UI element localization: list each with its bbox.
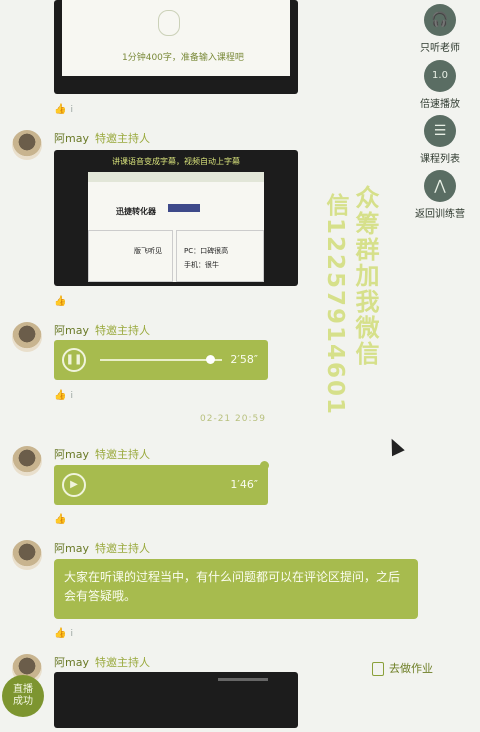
headphones-icon: 🎧 [424,4,456,36]
thumbs-up-icon: 👍 [54,628,67,639]
list-icon: ☰ [424,115,456,147]
post-author: 阿may 特邀主持人 [54,542,150,555]
message-timestamp: 02-21 20:59 [200,414,266,424]
course-list-button[interactable]: ☰ 课程列表 [400,115,480,165]
do-homework-button[interactable]: 去做作业 [372,660,433,676]
pause-button[interactable]: ❚❚ [62,348,86,372]
post-author: 阿may 特邀主持人 [54,324,150,337]
like-button[interactable]: 👍 [54,296,66,307]
microphone-icon [158,10,180,36]
slide-left-caption: 版飞听见 [134,247,162,255]
audio-message[interactable]: ▶ 1′46″ [54,461,269,505]
watermark: 众筹群加我微信 信12257914601 [322,185,379,417]
slide-image-top[interactable]: 1分钟400字，准备输入课程吧 [54,0,298,94]
like-button[interactable]: 👍 i [54,628,73,639]
audio-duration: 1′46″ [230,478,258,491]
audio-progress-track[interactable] [100,359,222,361]
post-author: 阿may 特邀主持人 [54,132,150,145]
live-badge[interactable]: 直播 成功 [2,675,44,717]
speed-icon: 1.0 [424,60,456,92]
slide-image[interactable] [54,672,298,728]
return-icon: ⋀ [424,170,456,202]
slide-right-caption-1: PC：口碑很高 [184,247,229,255]
avatar[interactable] [12,540,42,570]
slide-right-caption-2: 手机：很牛 [184,261,219,269]
speed-button[interactable]: 1.0 倍速播放 [400,60,480,110]
audio-progress-knob[interactable] [205,355,215,364]
audio-duration: 2′58″ [230,353,258,366]
play-button[interactable]: ▶ [62,473,86,497]
audio-message[interactable]: ❚❚ 2′58″ [54,340,268,380]
like-button[interactable]: 👍 [54,514,66,525]
like-button[interactable]: 👍 i [54,104,73,115]
avatar[interactable] [12,130,42,160]
avatar[interactable] [12,446,42,476]
thumbs-up-icon: 👍 [54,104,67,115]
slide-button-text: 迅捷转化器 [116,207,156,216]
post-author: 阿may 特邀主持人 [54,448,150,461]
text-message[interactable]: 大家在听课的过程当中，有什么问题都可以在评论区提问，之后会有答疑哦。 [54,559,418,619]
avatar[interactable] [12,322,42,352]
post-author: 阿may 特邀主持人 [54,656,150,669]
return-camp-button[interactable]: ⋀ 返回训练营 [400,170,480,220]
thumbs-up-icon: 👍 [54,390,67,401]
teacher-only-button[interactable]: 🎧 只听老师 [400,4,480,54]
unread-dot [260,461,269,470]
thumbs-up-icon: 👍 [54,296,67,307]
top-card-text: 1分钟400字，准备输入课程吧 [122,53,244,63]
thumbs-up-icon: 👍 [54,514,67,525]
slide-title: 讲课语音变成字幕，视频自动上字幕 [112,157,240,166]
slide-image[interactable]: 讲课语音变成字幕，视频自动上字幕 迅捷转化器 版飞听见 PC：口碑很高 手机：很… [54,150,298,286]
homework-icon [372,662,384,676]
like-button[interactable]: 👍 i [54,390,73,401]
